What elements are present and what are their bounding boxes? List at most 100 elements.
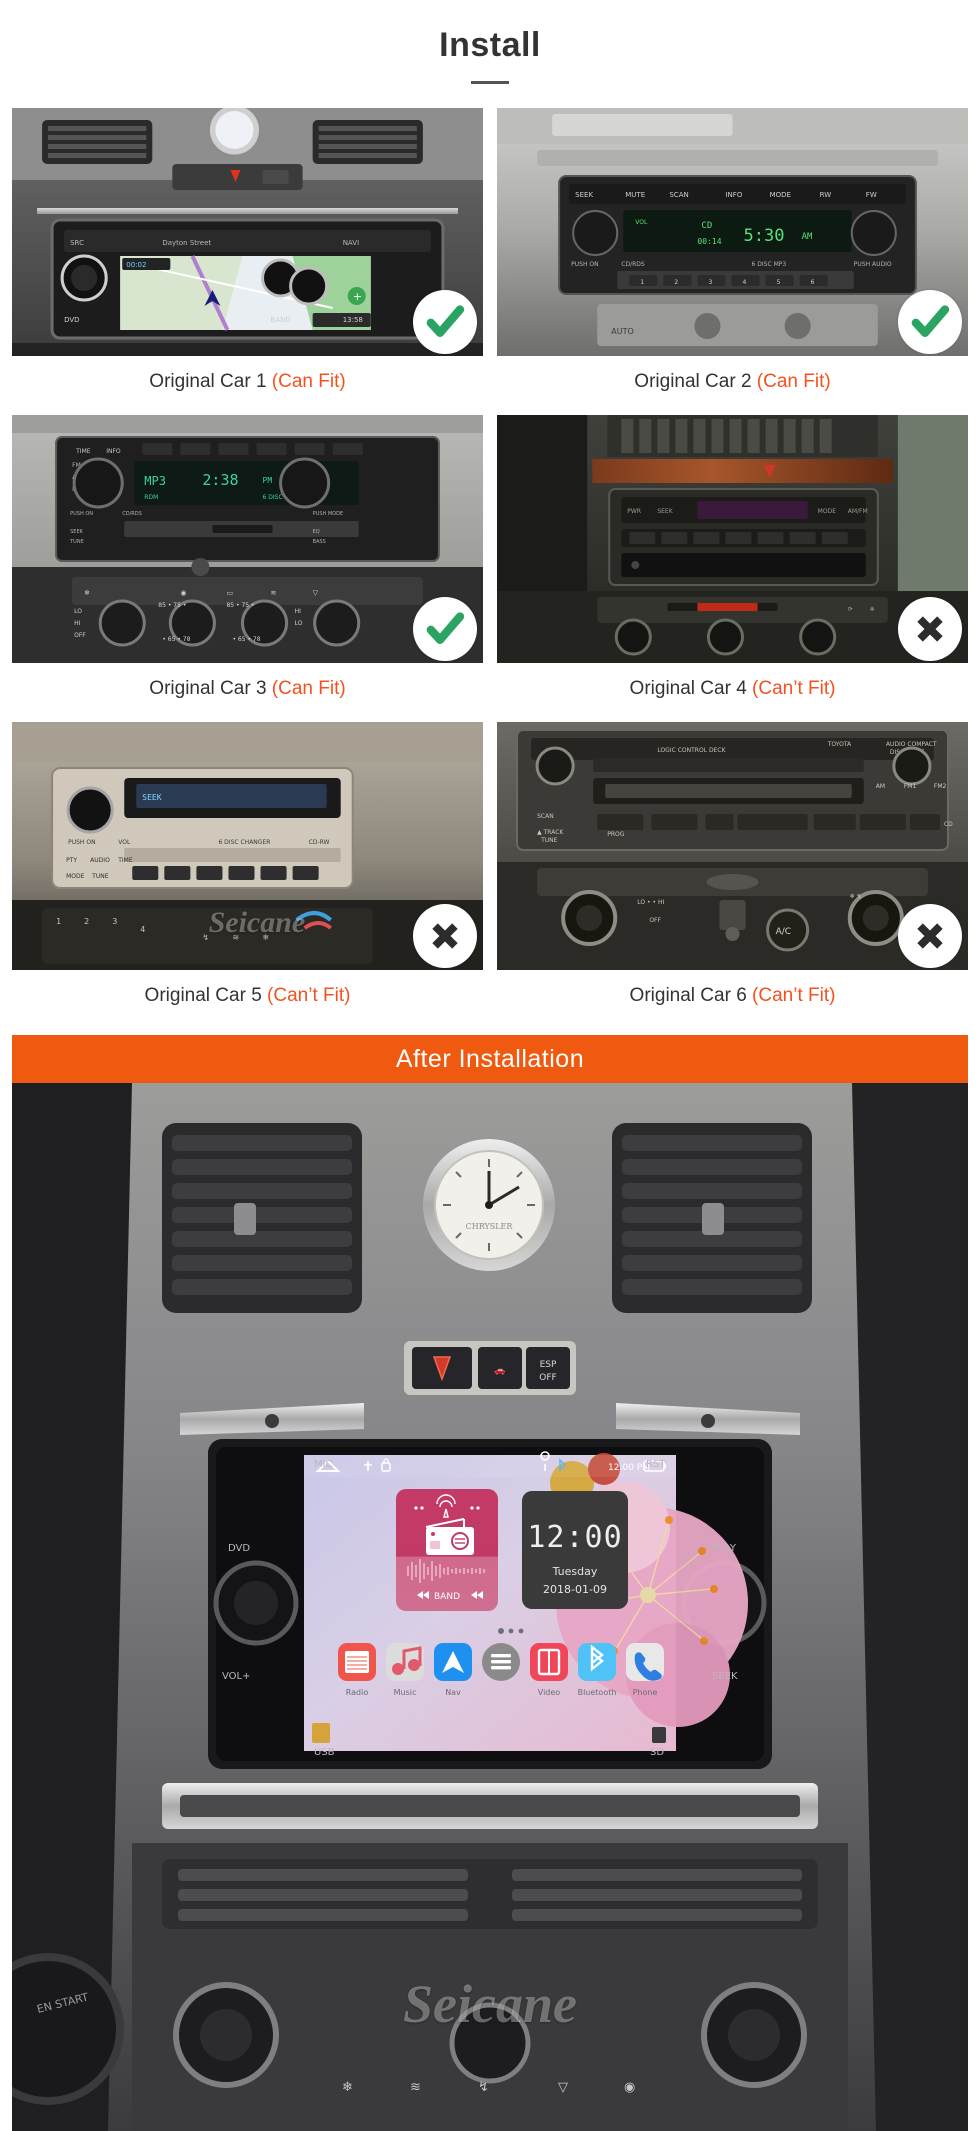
svg-text:OFF: OFF — [74, 632, 86, 639]
svg-text:HI: HI — [295, 608, 302, 615]
svg-text:OFF: OFF — [649, 917, 661, 924]
svg-text:Dayton Street: Dayton Street — [162, 239, 211, 247]
svg-text:TOYOTA: TOYOTA — [827, 741, 852, 748]
svg-text:▽: ▽ — [558, 2080, 568, 2095]
svg-text:❄: ❄ — [870, 606, 875, 613]
svg-text:EQ: EQ — [313, 529, 320, 535]
svg-text:CD/RDS: CD/RDS — [621, 261, 645, 268]
svg-text:CD-RW: CD-RW — [309, 839, 330, 846]
svg-text:85 • 75 •: 85 • 75 • — [158, 602, 186, 609]
svg-text:13:58: 13:58 — [343, 316, 363, 324]
svg-text:MODE: MODE — [818, 508, 837, 515]
svg-text:AUDIO: AUDIO — [90, 857, 110, 864]
svg-text:≋: ≋ — [232, 933, 239, 942]
svg-text:85 • 75 •: 85 • 75 • — [226, 602, 254, 609]
svg-text:❄: ❄ — [263, 933, 270, 942]
svg-text:FM2: FM2 — [934, 783, 947, 790]
svg-text:ESP: ESP — [540, 1360, 557, 1370]
svg-text:▽: ▽ — [313, 589, 319, 597]
svg-text:CD: CD — [944, 821, 953, 828]
svg-text:• 65 • 78: • 65 • 78 — [162, 636, 190, 643]
svg-text:❄: ❄ — [84, 589, 90, 597]
compat-card-3: TIMEINFO 123 456 MP3 2:38 PM RDM 6 DISC … — [12, 415, 483, 722]
svg-text:00:14: 00:14 — [697, 237, 721, 246]
svg-text:PUSH ON: PUSH ON — [571, 261, 598, 268]
check-icon — [426, 305, 465, 337]
fit-badge-cross-5 — [413, 904, 477, 968]
svg-text:BAND: BAND — [271, 316, 291, 324]
fit-status-4: (Can’t Fit) — [752, 678, 836, 699]
svg-text:TUNE: TUNE — [540, 837, 558, 844]
svg-text:VOL+: VOL+ — [222, 1671, 251, 1682]
svg-text:6 DISC CHANGER: 6 DISC CHANGER — [218, 839, 270, 846]
svg-text:CHRYSLER: CHRYSLER — [466, 1222, 514, 1231]
svg-text:5:30: 5:30 — [744, 226, 785, 246]
svg-text:◉: ◉ — [180, 589, 186, 597]
car-label-6: Original Car 6 — [629, 985, 747, 1006]
svg-text:NAVI: NAVI — [343, 239, 359, 247]
car-photo-1: SRC Dayton Street NAVI 00:02 + DVD BAND … — [12, 108, 483, 356]
compat-card-1: SRC Dayton Street NAVI 00:02 + DVD BAND … — [12, 108, 483, 415]
svg-text:DVD: DVD — [228, 1543, 250, 1554]
caption-4: Original Car 4 (Can’t Fit) — [497, 663, 968, 722]
svg-text:2:38: 2:38 — [202, 471, 238, 489]
svg-text:4: 4 — [743, 279, 747, 286]
svg-text:❄: ❄ — [342, 2080, 353, 2095]
svg-text:LO: LO — [295, 620, 303, 627]
car-label-1: Original Car 1 — [149, 371, 267, 392]
cross-icon — [432, 923, 458, 949]
svg-text:INFO: INFO — [106, 448, 121, 455]
svg-text:INFO: INFO — [725, 191, 742, 199]
svg-text:↯: ↯ — [478, 2080, 489, 2095]
cross-icon — [917, 616, 943, 642]
svg-text:PTY: PTY — [66, 857, 77, 864]
svg-text:MODE: MODE — [66, 873, 85, 880]
svg-text:LO: LO — [74, 608, 82, 615]
car-label-2: Original Car 2 — [634, 371, 752, 392]
svg-text:A/C: A/C — [776, 927, 792, 937]
svg-text:AM/FM: AM/FM — [848, 508, 868, 515]
svg-text:FW: FW — [866, 191, 877, 199]
fit-status-3: (Can Fit) — [271, 678, 346, 699]
svg-text:MIC: MIC — [314, 1459, 333, 1470]
svg-text:SEEK: SEEK — [142, 793, 161, 802]
car-label-3: Original Car 3 — [149, 678, 267, 699]
fit-status-6: (Can’t Fit) — [752, 985, 836, 1006]
svg-text:5: 5 — [777, 279, 781, 286]
svg-text:SRC: SRC — [70, 239, 84, 247]
svg-text:PLAY: PLAY — [712, 1543, 737, 1554]
svg-text:PUSH MODE: PUSH MODE — [313, 511, 344, 517]
svg-text:TUNE: TUNE — [69, 539, 84, 545]
svg-text:FM1: FM1 — [904, 783, 917, 790]
svg-text:• 65 • 78: • 65 • 78 — [232, 636, 260, 643]
check-icon — [911, 305, 950, 337]
svg-text:6 DISC MP3: 6 DISC MP3 — [752, 261, 787, 268]
headunit-clock-weekday: Tuesday — [552, 1565, 598, 1578]
fit-badge-cross-4 — [898, 597, 962, 661]
svg-text:HI: HI — [74, 620, 81, 627]
svg-text:SCAN: SCAN — [537, 813, 554, 820]
svg-text:VOL: VOL — [635, 219, 648, 226]
svg-text:🚗: 🚗 — [494, 1366, 505, 1376]
fit-badge-check-2 — [898, 290, 962, 354]
svg-text:3: 3 — [112, 917, 117, 926]
svg-text:≋: ≋ — [271, 589, 277, 597]
caption-6: Original Car 6 (Can’t Fit) — [497, 970, 968, 1029]
svg-text:LOGIC CONTROL DECK: LOGIC CONTROL DECK — [657, 747, 726, 754]
svg-text:LO • • HI: LO • • HI — [637, 899, 664, 906]
cross-icon — [917, 923, 943, 949]
svg-text:OFF: OFF — [539, 1373, 556, 1383]
svg-text:▲ TRACK: ▲ TRACK — [537, 829, 564, 836]
svg-text:DVD: DVD — [64, 316, 79, 324]
svg-text:AM: AM — [876, 783, 885, 790]
svg-text:USB: USB — [314, 1747, 335, 1758]
compat-card-2: SEEK MUTE SCAN INFO MODE RW FW CD 00:14 5:30… — [497, 108, 968, 415]
svg-text:VOL: VOL — [118, 839, 131, 846]
svg-text:6: 6 — [811, 279, 815, 286]
headunit-clock-time: 12:00 — [527, 1520, 622, 1555]
caption-2: Original Car 2 (Can Fit) — [497, 356, 968, 415]
car-photo-4: PWR SEEK MODE AM/FM ⟳ ❄ — [497, 415, 968, 663]
title-divider — [471, 81, 509, 84]
page-header: Install — [0, 0, 980, 84]
svg-text:Video: Video — [538, 1688, 561, 1697]
